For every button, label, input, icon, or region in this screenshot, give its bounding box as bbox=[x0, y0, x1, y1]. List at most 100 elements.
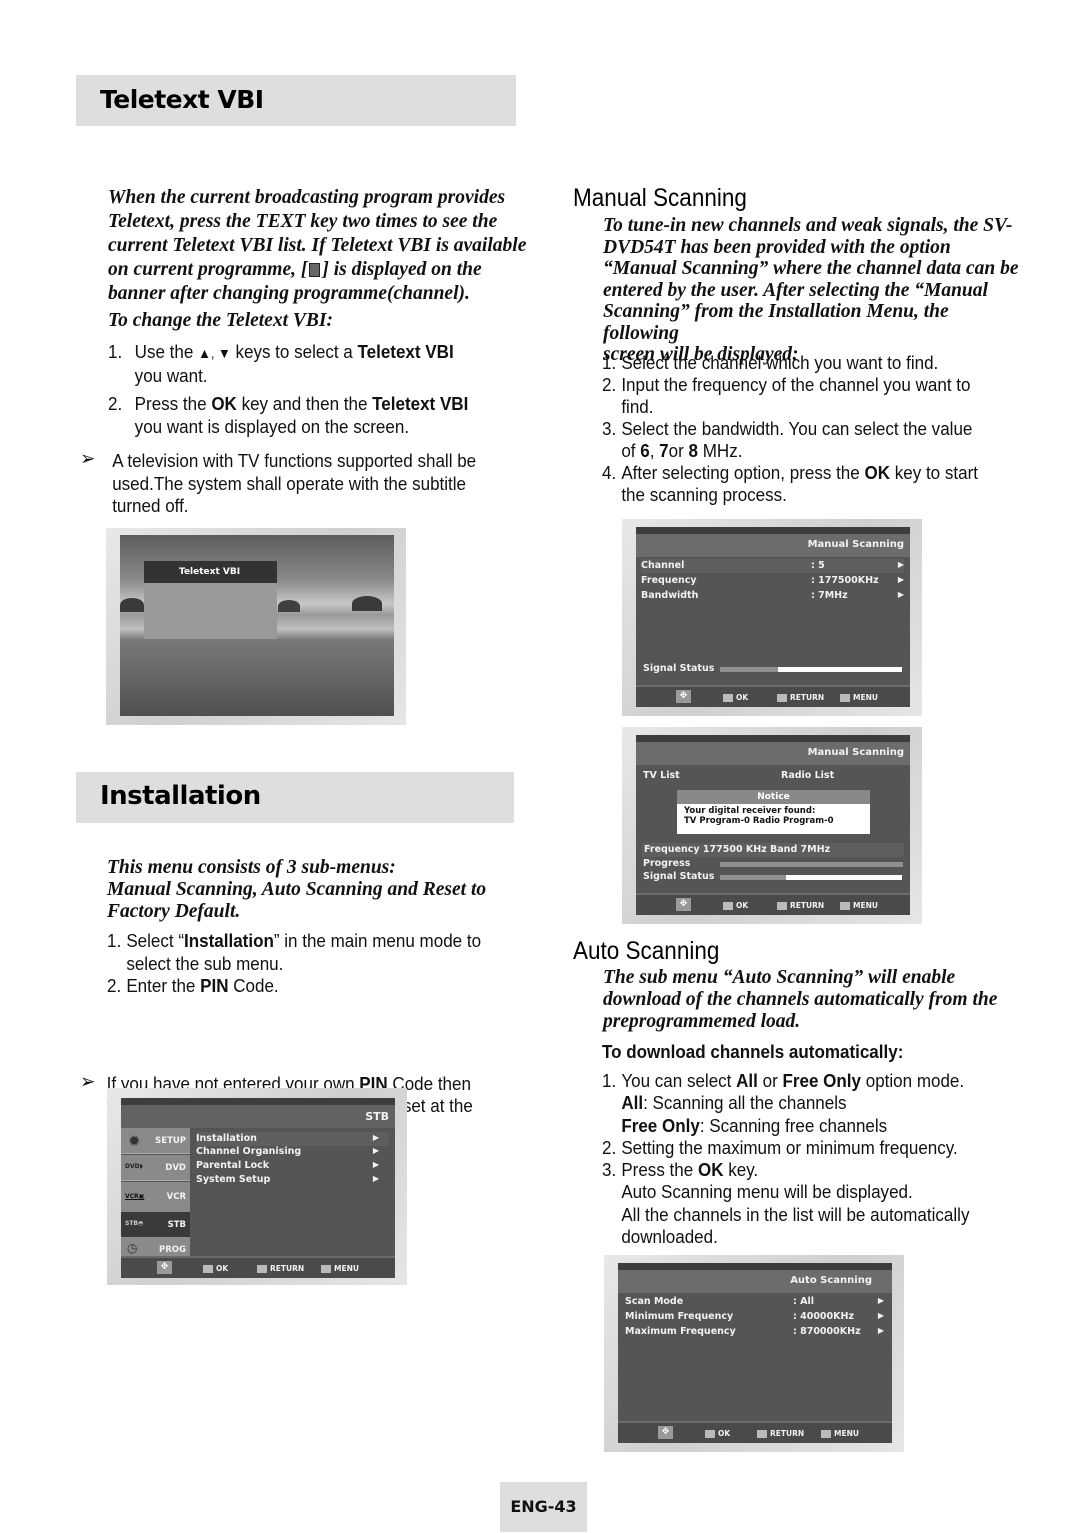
step-item: 3. Select the bandwidth. You can select t… bbox=[602, 418, 973, 461]
teletext-section-title: Teletext VBI bbox=[100, 85, 264, 114]
setting-row-channel[interactable]: Channel: 5 ▶ bbox=[641, 559, 904, 573]
auto-steps: 1. You can select All or Free Only optio… bbox=[602, 1070, 1016, 1248]
intro-line: download of the channels automatically f… bbox=[603, 989, 998, 1010]
auto-intro: The sub menu “Auto Scanning” will enable… bbox=[603, 967, 1023, 1033]
ok-icon bbox=[203, 1264, 213, 1273]
ok-hint: OK bbox=[723, 693, 748, 702]
clock-icon: ◷ bbox=[127, 1241, 138, 1255]
auto-osd: Auto Scanning Scan Mode: All ▶ Minimum Fr… bbox=[618, 1263, 892, 1443]
intro-line: This menu consists of 3 sub-menus: bbox=[107, 857, 396, 878]
setting-row-scan-mode[interactable]: Scan Mode: All ▶ bbox=[625, 1295, 884, 1309]
menu-hint: MENU bbox=[840, 693, 878, 702]
menu-icon bbox=[821, 1429, 831, 1438]
ok-hint: OK bbox=[203, 1264, 228, 1273]
intro-line: When the current broadcasting program pr… bbox=[108, 187, 506, 208]
auto-scanning-screenshot: Auto Scanning Scan Mode: All ▶ Minimum Fr… bbox=[604, 1255, 904, 1452]
intro-line: on current programme, [] is displayed on… bbox=[108, 259, 482, 280]
return-icon bbox=[777, 693, 787, 702]
ok-icon bbox=[723, 693, 733, 702]
installation-steps: 1. Select “Installation” in the main men… bbox=[107, 930, 521, 998]
osd-top-strip bbox=[121, 1098, 395, 1105]
manual-osd-1: Manual Scanning Channel: 5 ▶ Frequency: 1… bbox=[636, 527, 910, 707]
teletext-section-banner: Teletext VBI bbox=[76, 75, 516, 126]
sidebar-item-setup[interactable]: ✹ SETUP bbox=[121, 1128, 190, 1154]
teletext-panel-header: Teletext VBI bbox=[144, 561, 277, 583]
tree-silhouette bbox=[352, 596, 382, 611]
return-hint: RETURN bbox=[757, 1429, 804, 1438]
tree-silhouette bbox=[120, 598, 144, 612]
manual-steps: 1. Select the channel which you want to f… bbox=[602, 352, 1016, 506]
stb-menu-screenshot: STB ✹ SETUP DVD◗ DVD VCR▣ VCR STB◓ STB ◷… bbox=[107, 1088, 407, 1285]
navigate-icon: ✥ bbox=[658, 1426, 673, 1439]
navigate-icon: ✥ bbox=[676, 690, 691, 703]
signal-status-fill bbox=[778, 667, 902, 672]
menu-hint: MENU bbox=[321, 1264, 359, 1273]
sidebar-item-vcr[interactable]: VCR▣ VCR bbox=[121, 1182, 190, 1212]
osd-top-strip bbox=[636, 735, 910, 742]
return-icon bbox=[757, 1429, 767, 1438]
arrow-right-icon: ▶ bbox=[372, 1133, 379, 1142]
step-item: 3. Press the OK key. Auto Scanning menu … bbox=[602, 1159, 970, 1248]
osd-footer: ✥ OK RETURN MENU bbox=[121, 1256, 395, 1278]
setting-row-max-frequency[interactable]: Maximum Frequency: 870000KHz ▶ bbox=[625, 1325, 884, 1339]
intro-line: Manual Scanning, Auto Scanning and Reset… bbox=[107, 879, 487, 900]
gear-icon: ✹ bbox=[128, 1132, 141, 1150]
ok-icon bbox=[723, 901, 733, 910]
menu-item-installation[interactable]: Installation ▶ bbox=[196, 1132, 389, 1146]
ok-hint: OK bbox=[705, 1429, 730, 1438]
installation-intro: This menu consists of 3 sub-menus: Manua… bbox=[107, 857, 527, 923]
teletext-screenshot: Teletext VBI bbox=[106, 528, 406, 725]
osd-header: STB bbox=[121, 1105, 395, 1128]
arrow-right-icon: ▶ bbox=[877, 1311, 884, 1320]
arrow-right-icon: ▶ bbox=[372, 1174, 379, 1183]
return-icon bbox=[257, 1264, 267, 1273]
notice-title: Notice bbox=[677, 790, 870, 804]
menu-item-channel-organising[interactable]: Channel Organising ▶ bbox=[196, 1145, 389, 1159]
intro-line: Teletext, press the TEXT key two times t… bbox=[108, 211, 498, 232]
osd-footer: ✥ OK RETURN MENU bbox=[636, 893, 910, 915]
sidebar-item-stb[interactable]: STB◓ STB bbox=[121, 1212, 190, 1237]
arrow-right-icon: ▶ bbox=[877, 1326, 884, 1335]
setting-row-min-frequency[interactable]: Minimum Frequency: 40000KHz ▶ bbox=[625, 1310, 884, 1324]
notice-dialog: Notice Your digital receiver found: TV P… bbox=[677, 790, 870, 834]
menu-icon bbox=[840, 901, 850, 910]
notice-line-1: Your digital receiver found: bbox=[684, 806, 816, 816]
step-item: 2. Input the frequency of the channel you… bbox=[602, 374, 971, 417]
signal-status-bar bbox=[720, 667, 902, 672]
return-hint: RETURN bbox=[777, 901, 824, 910]
arrow-right-icon: ▶ bbox=[897, 575, 904, 584]
navigate-icon: ✥ bbox=[676, 898, 691, 911]
tree-silhouette bbox=[278, 600, 300, 612]
intro-line: To tune-in new channels and weak signals… bbox=[603, 215, 1013, 236]
stb-osd: STB ✹ SETUP DVD◗ DVD VCR▣ VCR STB◓ STB ◷… bbox=[121, 1098, 395, 1278]
menu-icon bbox=[840, 693, 850, 702]
teletext-intro: When the current broadcasting program pr… bbox=[108, 186, 528, 333]
osd-header: Manual Scanning bbox=[636, 742, 910, 765]
vcr-icon: VCR▣ bbox=[125, 1193, 145, 1200]
step-item: 4. After selecting option, press the OK k… bbox=[602, 462, 978, 505]
signal-status-fill bbox=[785, 875, 902, 880]
return-hint: RETURN bbox=[777, 693, 824, 702]
menu-item-parental-lock[interactable]: Parental Lock ▶ bbox=[196, 1159, 389, 1173]
auto-scanning-title: Auto Scanning bbox=[573, 937, 720, 965]
auto-subhead: To download channels automatically: bbox=[602, 1041, 904, 1062]
tv-list-label[interactable]: TV List bbox=[643, 770, 680, 781]
step-item: 1. Select “Installation” in the main men… bbox=[107, 930, 482, 974]
installation-section-title: Installation bbox=[100, 781, 261, 811]
step-item: 1. Use the ▲, ▼ keys to select a Teletex… bbox=[108, 341, 454, 386]
return-hint: RETURN bbox=[257, 1264, 304, 1273]
menu-hint: MENU bbox=[840, 901, 878, 910]
radio-list-label[interactable]: Radio List bbox=[781, 770, 834, 781]
menu-hint: MENU bbox=[821, 1429, 859, 1438]
note-arrow-icon: ➢ bbox=[80, 448, 96, 470]
page-number: ENG-43 bbox=[500, 1482, 587, 1532]
sidebar-item-dvd[interactable]: DVD◗ DVD bbox=[121, 1155, 190, 1181]
step-item: 2. Setting the maximum or minimum frequen… bbox=[602, 1136, 958, 1158]
setting-row-frequency[interactable]: Frequency: 177500KHz ▶ bbox=[641, 574, 904, 588]
arrow-right-icon: ▶ bbox=[897, 590, 904, 599]
arrow-right-icon: ▶ bbox=[877, 1296, 884, 1305]
setting-row-bandwidth[interactable]: Bandwidth: 7MHz ▶ bbox=[641, 589, 904, 603]
menu-item-system-setup[interactable]: System Setup ▶ bbox=[196, 1173, 389, 1187]
signal-status-bar bbox=[720, 875, 902, 880]
teletext-steps: 1. Use the ▲, ▼ keys to select a Teletex… bbox=[108, 341, 513, 438]
